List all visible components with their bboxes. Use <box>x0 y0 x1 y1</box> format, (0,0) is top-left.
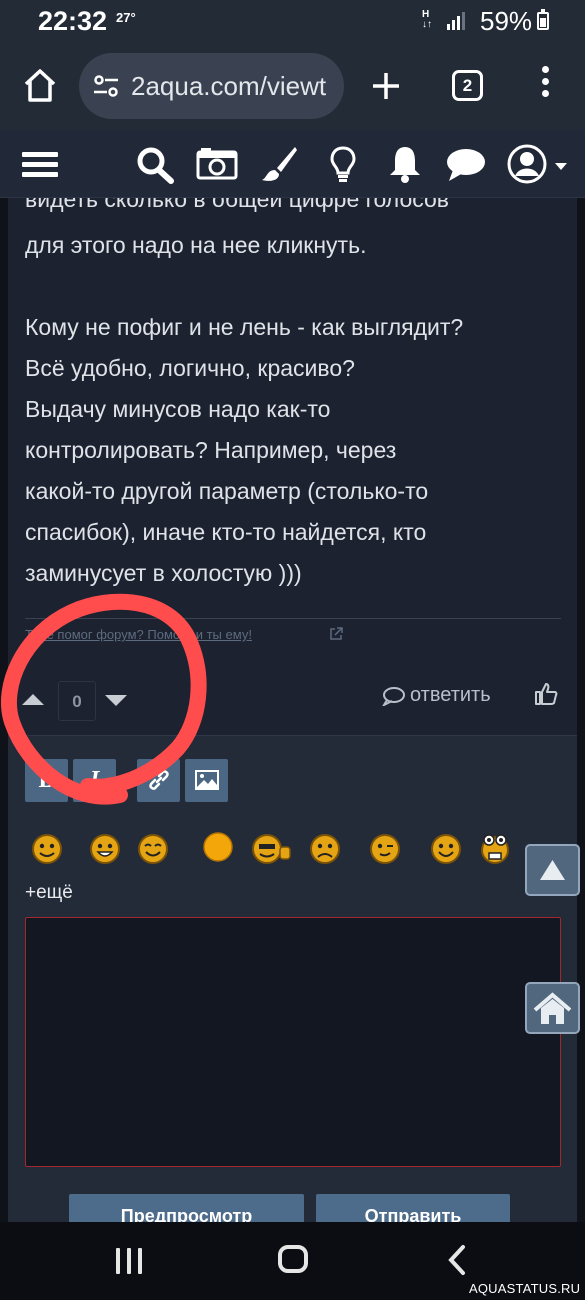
menu-icon[interactable] <box>22 144 58 184</box>
status-temperature: 27° <box>116 10 136 25</box>
post-line: какой-то другой параметр (столько-то <box>25 478 429 504</box>
vote-down-button[interactable] <box>105 695 127 706</box>
reply-form: B I +ещё Предпросмотр Отправить <box>8 735 577 1222</box>
more-icon[interactable] <box>540 66 550 106</box>
watermark: AQUASTATUS.RU <box>469 1281 581 1296</box>
bell-icon[interactable] <box>386 144 424 184</box>
image-button[interactable] <box>185 759 228 802</box>
post-body: для этого надо на нее кликнуть. Кому не … <box>25 225 565 594</box>
home-button[interactable] <box>525 982 580 1034</box>
smiley-icon[interactable] <box>88 832 122 866</box>
camera-icon[interactable] <box>196 144 238 184</box>
house-icon <box>533 992 572 1024</box>
post-line <box>25 266 565 307</box>
recents-button[interactable] <box>116 1248 144 1274</box>
signature-link[interactable]: Тебе помог форум? Помоги и ты ему! <box>25 627 252 642</box>
reply-label: ответить <box>410 684 491 706</box>
thread-content: видеть сколько в общей цифре голосов для… <box>8 198 577 1222</box>
post-line: контролировать? Например, через <box>25 437 397 463</box>
vote-count: 0 <box>58 681 96 721</box>
tabs-icon[interactable]: 2 <box>452 70 483 101</box>
url-text: 2aqua.com/viewt <box>131 71 327 101</box>
reply-chat-icon <box>382 687 405 706</box>
bold-button[interactable]: B <box>25 759 68 802</box>
smiley-icon[interactable] <box>30 832 64 866</box>
smiley-icon[interactable] <box>368 832 402 866</box>
scroll-top-button[interactable] <box>525 844 580 896</box>
vote-up-button[interactable] <box>22 694 44 705</box>
image-icon <box>194 770 219 790</box>
back-button[interactable] <box>446 1244 468 1276</box>
signature-divider <box>25 618 561 619</box>
post-line: Выдачу минусов надо как-то <box>25 396 331 422</box>
smiley-icon[interactable] <box>308 832 342 866</box>
forum-toolbar <box>0 130 585 198</box>
thumbs-up-icon[interactable] <box>534 682 558 706</box>
address-bar[interactable]: 2aqua.com/viewt <box>79 53 344 119</box>
chat-icon[interactable] <box>445 144 487 184</box>
message-textarea[interactable] <box>25 917 561 1167</box>
post-text-cut-line: видеть сколько в общей цифре голосов <box>25 198 450 212</box>
link-button[interactable] <box>137 759 180 802</box>
plus-icon[interactable] <box>370 64 402 108</box>
smiley-icon[interactable] <box>201 832 235 866</box>
post-line: спасибок), иначе кто-то найдется, кто <box>25 519 427 545</box>
more-smilies-link[interactable]: +ещё <box>25 882 73 904</box>
network-indicator: H ↓↑ <box>422 9 432 30</box>
user-icon[interactable] <box>507 144 569 184</box>
smiley-icon[interactable] <box>136 832 170 866</box>
italic-button[interactable]: I <box>73 759 116 802</box>
system-home-button[interactable] <box>278 1245 308 1273</box>
post-line: Всё удобно, логично, красиво? <box>25 355 355 381</box>
battery-percent: 59% <box>480 6 533 36</box>
submit-button[interactable]: Отправить <box>316 1194 510 1222</box>
smiley-icon[interactable] <box>429 832 463 866</box>
battery-icon <box>537 9 549 30</box>
post-line: заминусует в холостую ))) <box>25 560 302 586</box>
link-icon <box>148 770 169 790</box>
lightbulb-icon[interactable] <box>327 144 359 184</box>
tune-icon[interactable] <box>93 75 119 97</box>
arrow-up-icon <box>540 860 565 880</box>
browser-toolbar: 2aqua.com/viewt 2 <box>0 44 585 130</box>
external-link-icon <box>330 627 343 640</box>
status-time: 22:32 <box>38 6 108 36</box>
brush-icon[interactable] <box>259 144 299 184</box>
home-icon[interactable] <box>20 66 60 106</box>
status-bar: 22:32 27° H ↓↑ 59% <box>0 0 585 44</box>
post-line: для этого надо на нее кликнуть. <box>25 232 367 258</box>
smiley-icon[interactable] <box>250 832 294 866</box>
search-icon[interactable] <box>135 144 175 184</box>
signal-icon <box>447 12 465 30</box>
preview-button[interactable]: Предпросмотр <box>69 1194 304 1222</box>
post-line: Кому не пофиг и не лень - как выглядит? <box>25 314 464 340</box>
smiley-icon[interactable] <box>478 832 512 866</box>
